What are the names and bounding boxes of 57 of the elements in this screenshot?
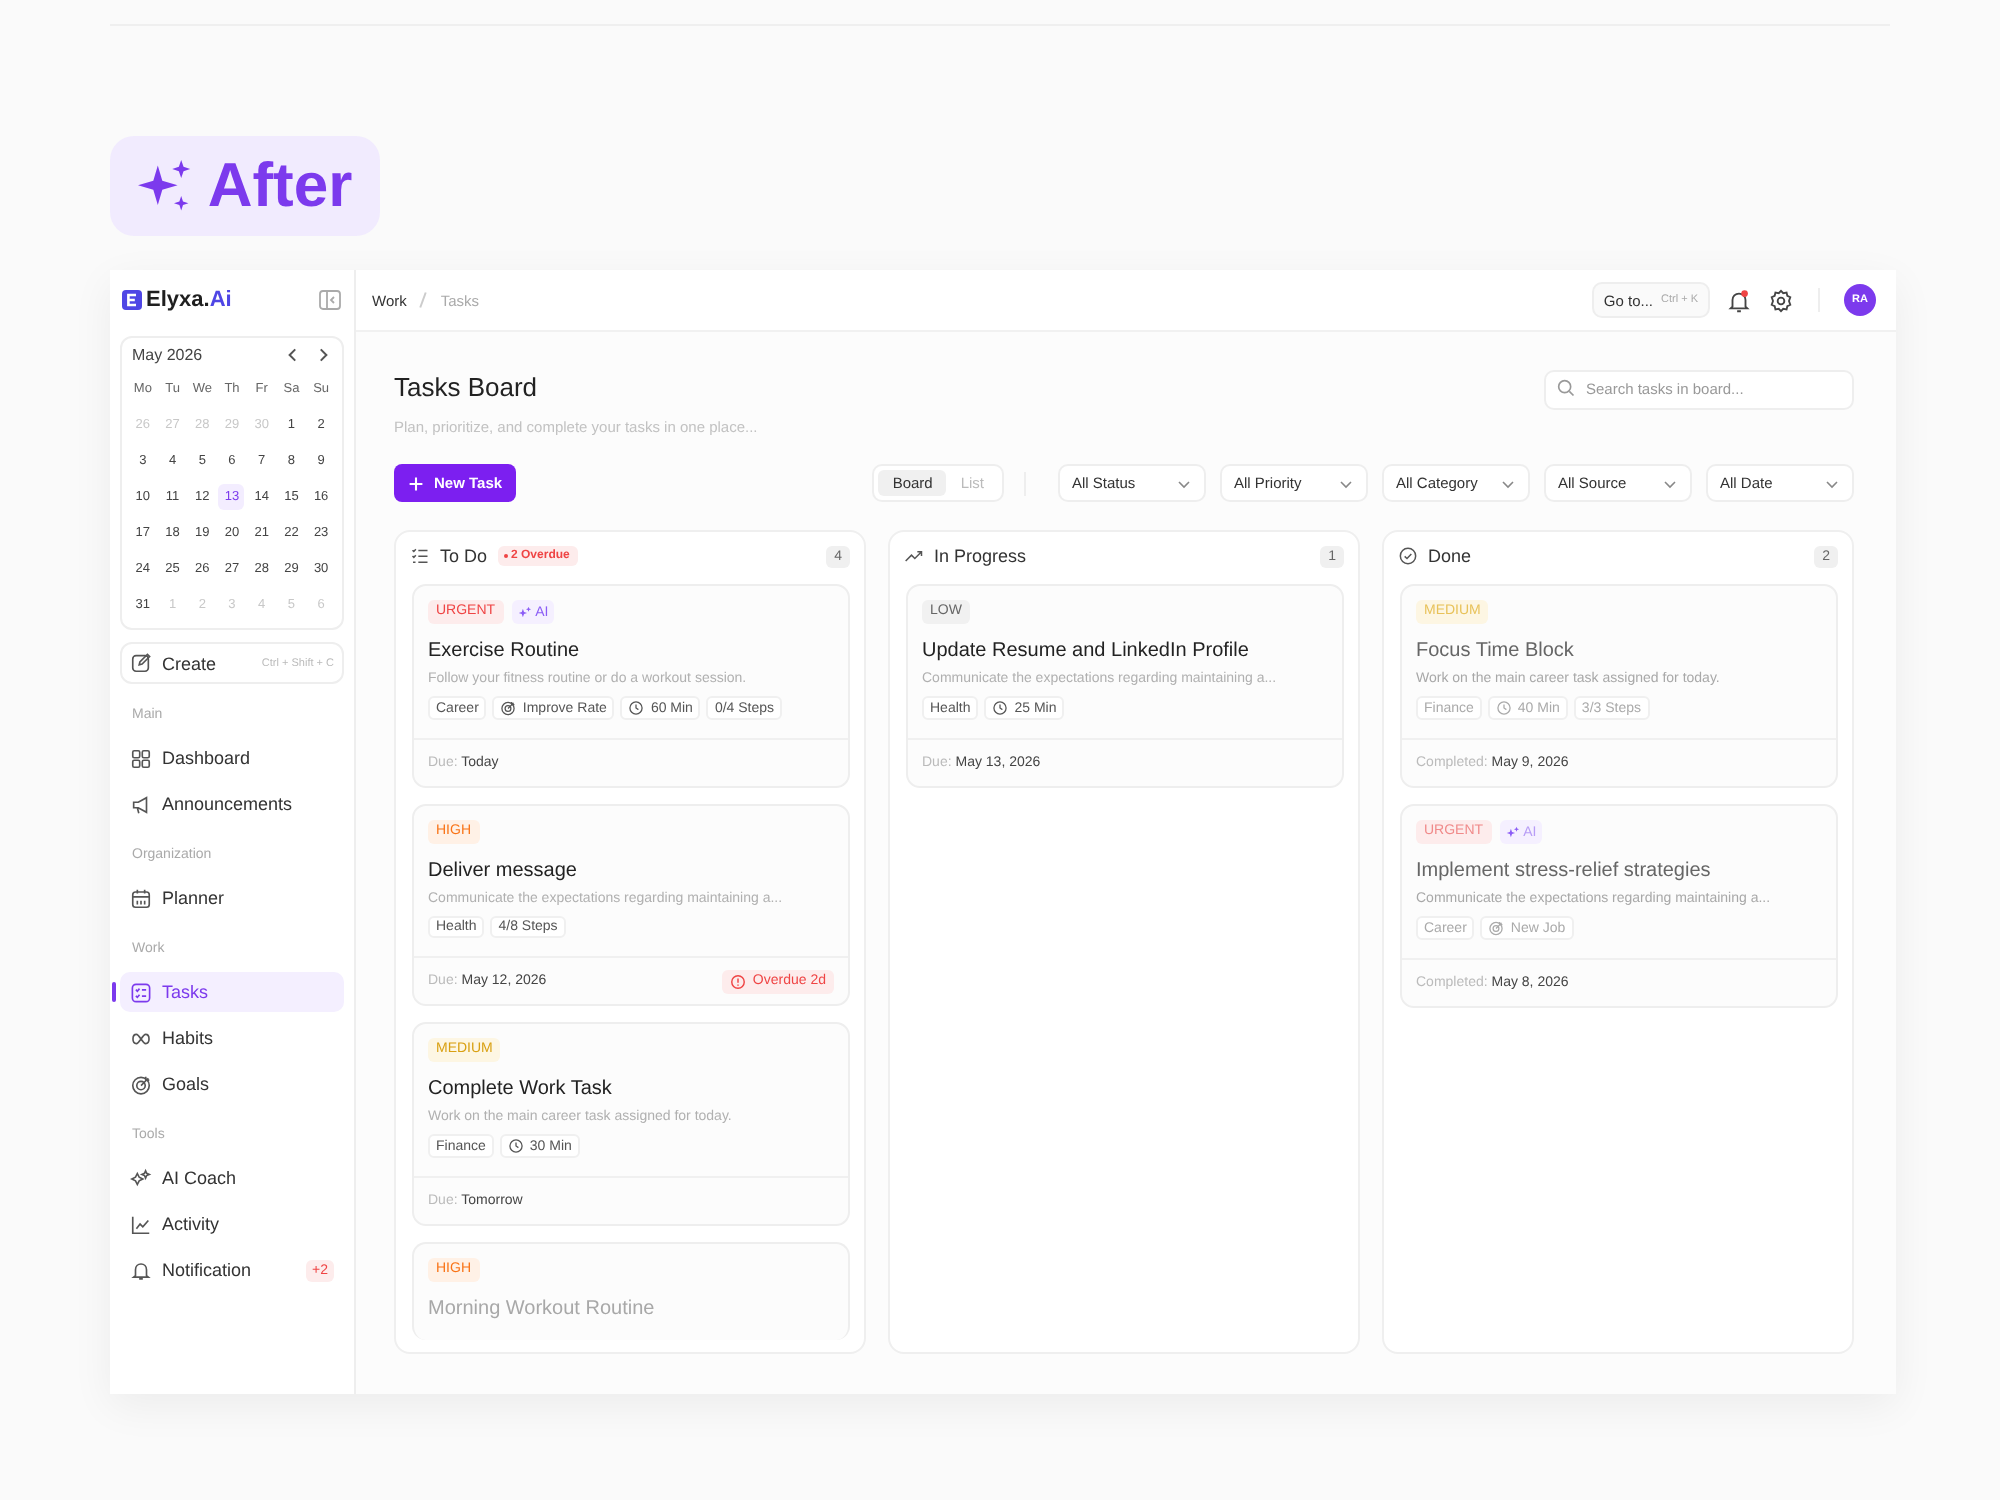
column-title: To Do [440,546,488,566]
after-label: After [207,150,353,222]
search-icon [1556,378,1576,398]
page-title: Tasks Board [394,370,540,406]
caret-icon [1662,475,1678,491]
task-title: Complete Work Task [428,1078,614,1100]
nav-item[interactable]: Activity [120,1204,344,1244]
caret-icon [1338,475,1354,491]
alert-icon [730,973,747,989]
megaphone-icon [130,793,152,815]
chart-icon [130,1213,152,1235]
clock-icon [1495,700,1512,716]
caret-icon [1500,475,1516,491]
logo-icon [122,290,142,310]
nav-item[interactable]: Planner [120,878,344,918]
sparkle-icon [1505,825,1520,839]
caret-icon [1176,475,1192,491]
next-month-icon[interactable] [314,346,332,364]
notification-icon[interactable] [1726,287,1752,313]
column-title: Done [1428,546,1472,566]
brand-name: Elyxa.Ai [146,288,232,312]
active-indicator [112,982,116,1002]
nav-item[interactable]: Habits [120,1018,344,1058]
plus-icon [408,475,424,491]
edit-icon [130,652,152,674]
nav-item[interactable]: Goals [120,1064,344,1104]
sparkle-icon [130,1167,152,1189]
check-circle-icon [1398,546,1418,566]
clock-icon [507,1138,524,1154]
list-icon [410,546,430,566]
settings-icon[interactable] [1768,287,1794,313]
task-title: Update Resume and LinkedIn Profile [922,640,1251,662]
task-title: Implement stress-relief strategies [1416,860,1713,882]
clock-icon [628,700,645,716]
clock-icon [992,700,1009,716]
grid-icon [130,747,152,769]
task-title: Exercise Routine [428,640,582,662]
target-icon [1488,920,1505,936]
column-title: In Progress [934,546,1027,566]
nav-item[interactable]: AI Coach [120,1158,344,1198]
caret-icon [1824,475,1840,491]
task-title: Focus Time Block [1416,640,1576,662]
bell-icon [130,1259,152,1281]
target-icon [130,1073,152,1095]
previous-month-icon[interactable] [284,346,302,364]
nav-item[interactable]: Dashboard [120,738,344,778]
trend-icon [904,546,924,566]
calendar-month: May 2026 [132,346,203,364]
task-title: Morning Workout Routine [428,1298,657,1320]
checklist-icon [130,981,152,1003]
nav-item[interactable]: Announcements [120,784,344,824]
sparkle-icon [137,159,192,213]
target-icon [500,700,517,716]
sparkle-icon [517,605,532,619]
task-title: Deliver message [428,860,579,882]
calendar-icon [130,887,152,909]
sidebar-toggle-icon[interactable] [318,288,342,312]
